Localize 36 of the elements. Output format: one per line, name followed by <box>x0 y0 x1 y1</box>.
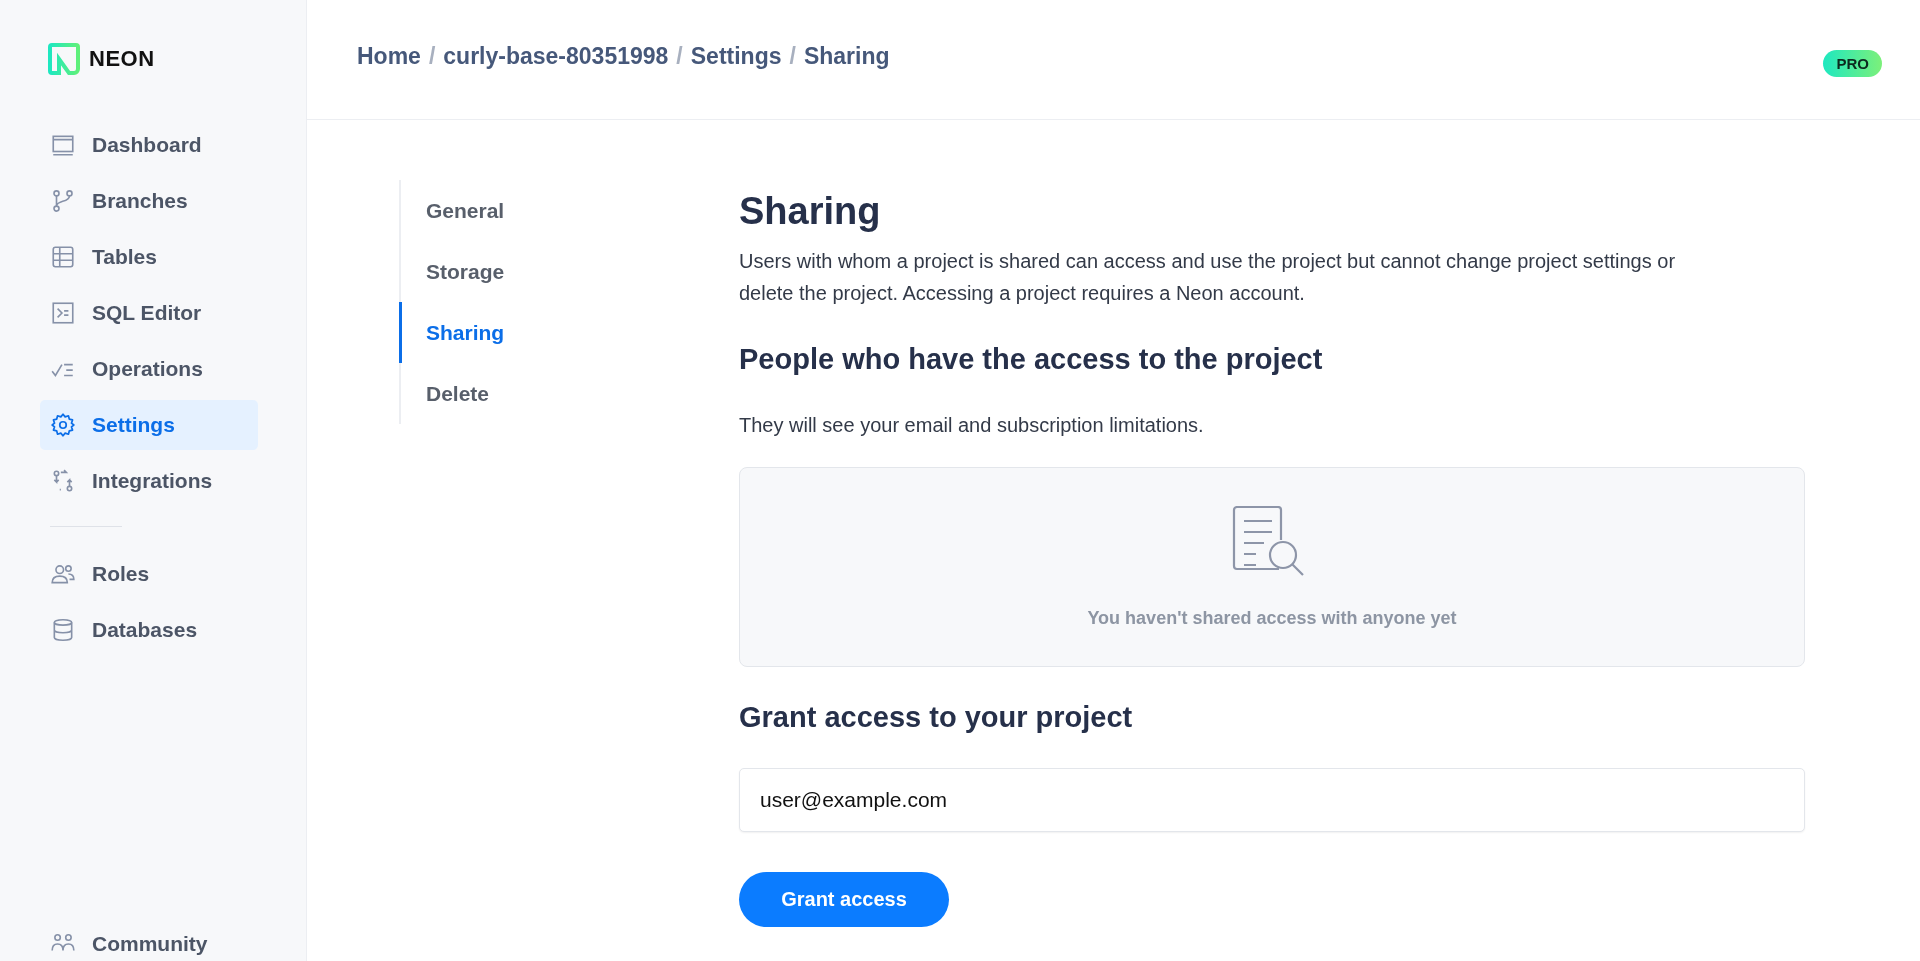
breadcrumb-separator: / <box>676 43 683 70</box>
sidebar-item[interactable]: Dashboard <box>40 120 258 170</box>
table-icon <box>50 244 76 270</box>
email-field[interactable]: user@example.com <box>739 768 1805 832</box>
breadcrumb-link[interactable]: Home <box>357 43 421 70</box>
sidebar-item[interactable]: Tables <box>40 232 258 282</box>
sidebar-item[interactable]: Branches <box>40 176 258 226</box>
terminal-icon <box>50 300 76 326</box>
branch-icon <box>50 188 76 214</box>
description: Users with whom a project is shared can access and use the project but cannot change project settings or delete the project. Accessing a project requires a Neon account. <box>739 249 1677 306</box>
settings-tab[interactable]: Storage <box>399 241 581 302</box>
plan-badge: PRO <box>1823 50 1882 77</box>
settings-icon <box>50 412 76 438</box>
section-note: They will see your email and subscription limitations. <box>739 414 1205 437</box>
sidebar-item[interactable]: Roles <box>40 549 258 599</box>
sidebar-item[interactable]: Settings <box>40 400 258 450</box>
breadcrumb-separator: / <box>428 43 436 70</box>
grant-access-button[interactable]: Grant access <box>739 872 949 927</box>
settings-tab[interactable]: Sharing <box>399 302 581 363</box>
sidebar-item[interactable]: Community <box>40 919 258 961</box>
breadcrumb-link[interactable]: Sharing <box>803 43 890 70</box>
section-heading: Grant access to your project <box>739 701 1134 734</box>
breadcrumb-link[interactable]: curly-base-80351998 <box>443 43 669 70</box>
settings-tab[interactable]: General <box>399 180 581 241</box>
breadcrumb-link[interactable]: Settings <box>690 43 782 70</box>
sidebar-item[interactable]: Integrations <box>40 456 258 506</box>
logo-icon <box>47 42 81 76</box>
empty-state-text: You haven't shared access with anyone yet <box>1087 607 1457 629</box>
sidebar-item[interactable]: Databases <box>40 605 258 655</box>
breadcrumb-separator: / <box>789 43 796 70</box>
sidebar-item[interactable]: Operations <box>40 344 258 394</box>
sidebar-item[interactable]: SQL Editor <box>40 288 258 338</box>
brand-name: NEON <box>89 46 155 72</box>
settings-tab[interactable]: Delete <box>399 363 581 424</box>
section-heading: People who have the access to the project <box>739 343 1324 376</box>
page-title: Sharing <box>739 190 882 233</box>
